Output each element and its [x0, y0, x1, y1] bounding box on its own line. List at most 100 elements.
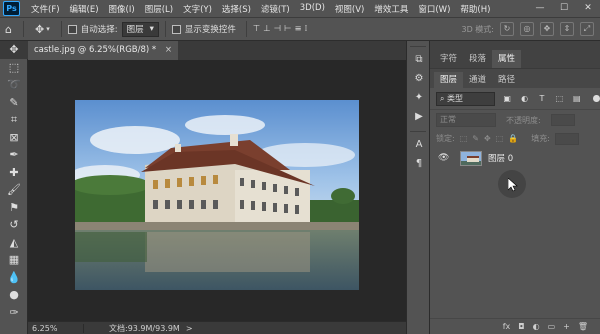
visibility-eye-icon[interactable]: 👁 [438, 153, 452, 163]
layer-row[interactable]: 👁 图层 0 [430, 145, 600, 171]
properties-tab[interactable]: 属性 [492, 50, 522, 68]
document-tab-title: castle.jpg @ 6.25%(RGB/8) * [34, 45, 157, 55]
menu-item[interactable]: 选择(S) [217, 3, 256, 15]
layers-tab[interactable]: 路径 [492, 72, 521, 88]
actions-panel-icon[interactable]: ▶ [407, 107, 431, 126]
rotate-3d-icon[interactable]: ↻ [500, 22, 514, 36]
fill-label: 填充: [531, 134, 550, 143]
opacity-label: 不透明度: [506, 115, 541, 125]
show-transform-checkbox[interactable] [171, 24, 181, 34]
layers-tab[interactable]: 通道 [463, 72, 492, 88]
clone-stamp-tool-icon[interactable]: ⚑ [0, 199, 28, 217]
eyedropper-tool-icon[interactable]: ✒ [0, 146, 28, 164]
pen-tool-icon[interactable]: ✑ [0, 304, 28, 322]
lock-position-icon[interactable]: ✥ [484, 134, 491, 143]
eraser-tool-icon[interactable]: ◭ [0, 234, 28, 252]
type-filter-icon[interactable]: T [537, 94, 546, 104]
crop-tool-icon[interactable]: ⌗ [0, 111, 28, 129]
pointer-icon [508, 178, 518, 192]
layer-footer-icon[interactable]: fx [503, 322, 511, 331]
layer-footer-icon[interactable]: ◘ [518, 322, 524, 331]
lock-label: 锁定: [436, 134, 455, 143]
layer-filter-row: ⌕ 类型 ▣ ◐ T ⬚ ▤ [430, 88, 600, 110]
close-tab-icon[interactable]: × [165, 45, 172, 55]
divider [410, 41, 426, 47]
maximize-button[interactable]: ☐ [552, 0, 576, 17]
menu-item[interactable]: 图层(L) [140, 3, 178, 15]
healing-brush-tool-icon[interactable]: ✚ [0, 164, 28, 182]
layers-panel-footer: fx ◘ ◐ ▭ + 🗑 [430, 318, 600, 334]
divider [164, 21, 166, 37]
properties-tab[interactable]: 段落 [463, 50, 492, 68]
close-button[interactable]: ✕ [576, 0, 600, 17]
lock-pixels-icon[interactable]: ⬚ [460, 134, 468, 143]
layer-select-value: 图层 [126, 25, 144, 35]
menu-item[interactable]: 帮助(H) [455, 3, 495, 15]
layer-footer-icon[interactable]: ▭ [548, 322, 556, 331]
layer-footer-icon[interactable]: + [563, 322, 570, 331]
properties-tab[interactable]: 字符 [434, 50, 463, 68]
menu-item[interactable]: 文字(Y) [178, 3, 217, 15]
adjustments-icon[interactable]: ✦ [407, 88, 431, 107]
document-tab[interactable]: castle.jpg @ 6.25%(RGB/8) * × [28, 41, 179, 60]
slide-3d-icon[interactable]: ⇕ [560, 22, 574, 36]
lock-all-icon[interactable]: 🔒 [508, 134, 518, 143]
menu-item[interactable]: 3D(D) [295, 3, 330, 15]
brush-tool-icon[interactable]: 🖌 [0, 181, 28, 199]
pan-3d-icon[interactable]: ✥ [540, 22, 554, 36]
blur-tool-icon[interactable]: 💧 [0, 269, 28, 287]
minimize-button[interactable]: — [528, 0, 552, 17]
layer-footer-icon[interactable]: ◐ [533, 322, 540, 331]
menu-item[interactable]: 视图(V) [330, 3, 369, 15]
opacity-input[interactable] [550, 114, 575, 126]
shape-filter-icon[interactable]: ⬚ [555, 94, 564, 104]
layer-select-dropdown[interactable]: 图层 ▾ [121, 21, 159, 37]
blend-mode-select[interactable]: 正常 [436, 113, 496, 127]
character-panel-icon[interactable]: A [407, 135, 431, 154]
history-brush-tool-icon[interactable]: ↺ [0, 216, 28, 234]
show-transform-label: 显示变换控件 [184, 25, 236, 35]
paragraph-panel-icon[interactable]: ¶ [407, 154, 431, 173]
home-icon[interactable]: ⌂ [5, 23, 12, 36]
menu-bar: Ps 文件(F) 编辑(E) 图像(I) 图层(L) 文字(Y) 选择(S) 滤镜(T) 3D… [0, 0, 600, 17]
smart-object-filter-icon[interactable]: ▤ [572, 94, 581, 104]
document-canvas[interactable] [75, 100, 359, 290]
3d-mode-label: 3D 模式: [461, 24, 495, 34]
menu-item[interactable]: 滤镜(T) [256, 3, 295, 15]
dodge-tool-icon[interactable]: ● [0, 286, 28, 304]
layer-name[interactable]: 图层 0 [488, 152, 513, 164]
move-tool-icon[interactable]: ✥ [35, 23, 44, 36]
align-icons[interactable]: ⊤⊥⊣⊢≡⁞ [253, 24, 310, 34]
scale-3d-icon[interactable]: ⤢ [580, 22, 594, 36]
quick-select-tool-icon[interactable]: ✎ [0, 94, 28, 112]
move-tool-icon[interactable]: ✥ [0, 41, 28, 59]
options-bar: ⌂ ✥ ▾ 自动选择: 图层 ▾ 显示变换控件 ⊤⊥⊣⊢≡⁞ 3D 模式: ↻ … [0, 17, 600, 41]
window-controls: — ☐ ✕ [528, 0, 600, 17]
lock-artboard-icon[interactable]: ⬚ [496, 134, 504, 143]
pixel-filter-icon[interactable]: ▣ [503, 94, 512, 104]
gradient-tool-icon[interactable]: ▦ [0, 251, 28, 269]
auto-select-checkbox[interactable] [67, 24, 77, 34]
fill-input[interactable] [554, 132, 579, 145]
menu-item[interactable]: 增效工具 [369, 3, 413, 15]
brush-settings-icon[interactable]: ⚙ [407, 69, 431, 88]
chevron-down-icon[interactable]: ▾ [46, 25, 50, 33]
filter-kind-select[interactable]: ⌕ 类型 [436, 91, 495, 106]
menu-item[interactable]: 图像(I) [104, 3, 140, 15]
roll-3d-icon[interactable]: ◎ [520, 22, 534, 36]
lasso-tool-icon[interactable]: ➰ [0, 76, 28, 94]
filter-toggle-icon[interactable] [593, 95, 600, 102]
lock-paint-icon[interactable]: ✎ [472, 134, 479, 143]
chevron-down-icon: ▾ [149, 24, 154, 34]
layer-footer-icon[interactable]: 🗑 [578, 322, 588, 331]
menu-item[interactable]: 文件(F) [26, 3, 65, 15]
status-menu-arrow[interactable]: > [186, 324, 193, 333]
history-panel-icon[interactable]: ⧉ [407, 50, 431, 69]
menu-item[interactable]: 窗口(W) [413, 3, 455, 15]
marquee-tool-icon[interactable]: ⬚ [0, 59, 28, 77]
zoom-level[interactable]: 6.25% [28, 323, 84, 333]
layers-tab[interactable]: 图层 [434, 72, 464, 88]
menu-item[interactable]: 编辑(E) [65, 3, 104, 15]
adjustment-filter-icon[interactable]: ◐ [520, 94, 529, 104]
frame-tool-icon[interactable]: ⊠ [0, 129, 28, 147]
